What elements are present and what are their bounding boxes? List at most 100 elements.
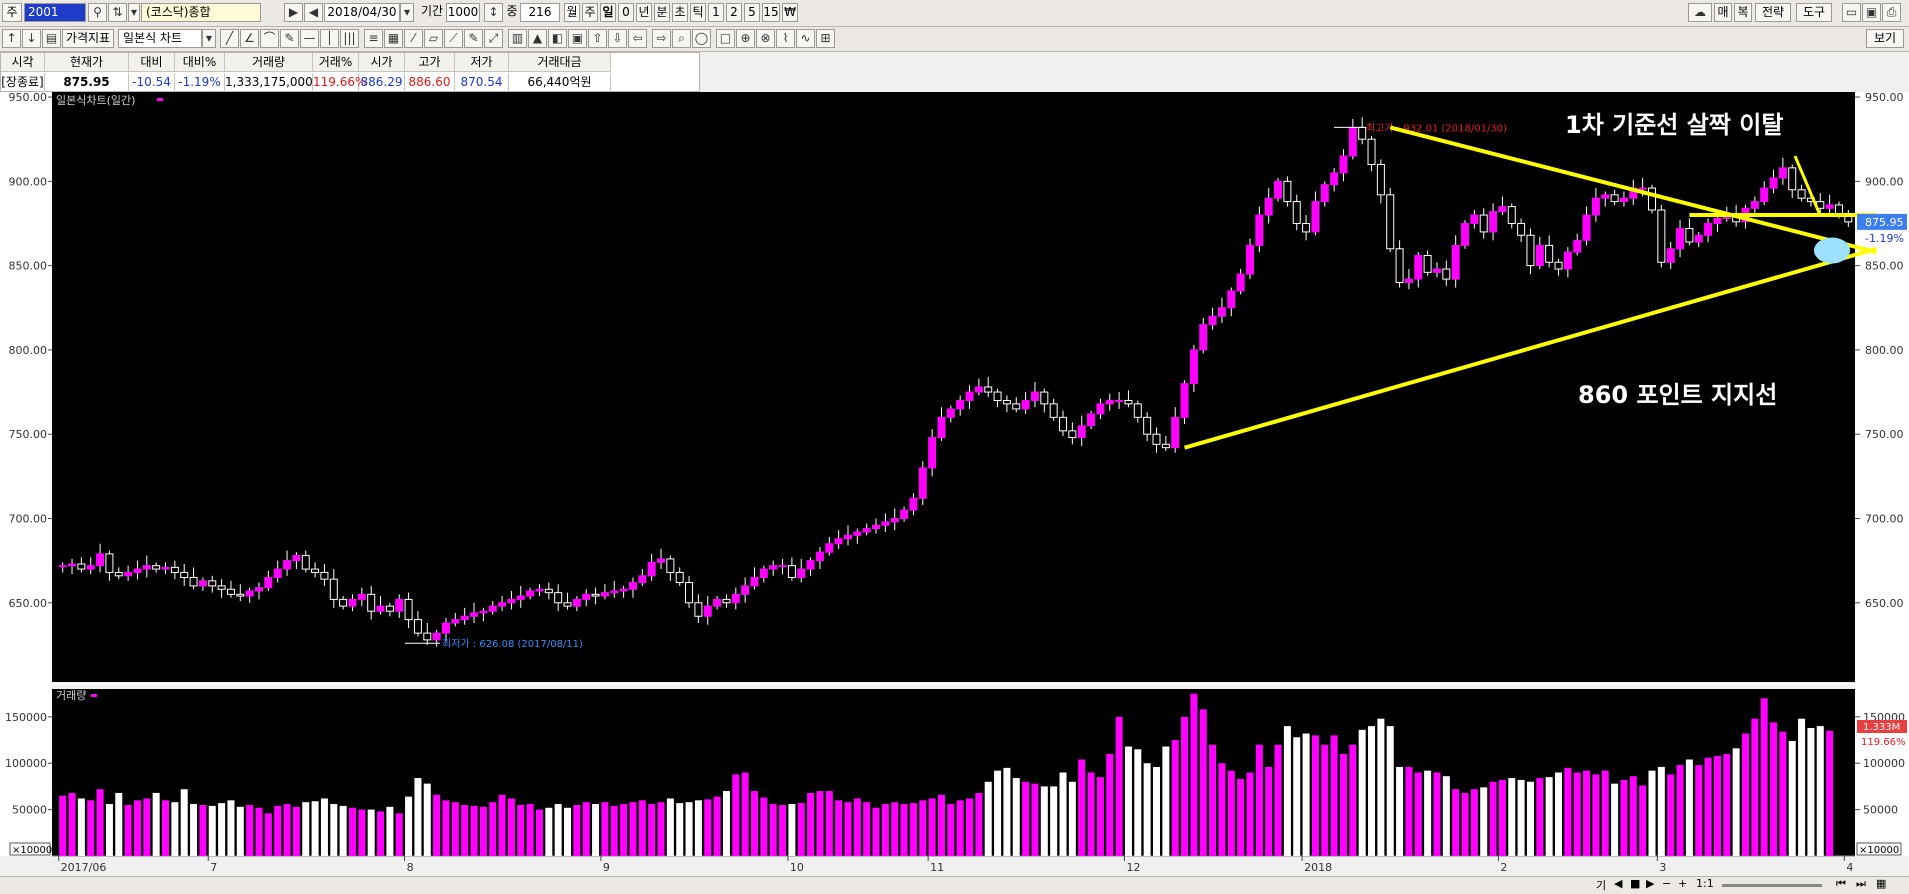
- draw-tool-3-icon[interactable]: ✎: [280, 29, 299, 48]
- candle[interactable]: [862, 528, 871, 533]
- draw-tool-12-icon[interactable]: ✎: [464, 29, 483, 48]
- volume-bar[interactable]: [937, 794, 945, 856]
- candle[interactable]: [170, 566, 179, 573]
- candle[interactable]: [1040, 391, 1049, 405]
- candle[interactable]: [1498, 206, 1507, 213]
- volume-bar[interactable]: [68, 792, 76, 856]
- volume-bar[interactable]: [133, 800, 141, 856]
- scroll-right-icon[interactable]: ▶: [1646, 877, 1654, 890]
- volume-bar[interactable]: [489, 802, 497, 856]
- candle[interactable]: [535, 588, 544, 592]
- volume-bar[interactable]: [264, 813, 272, 856]
- candle[interactable]: [273, 568, 282, 578]
- candle[interactable]: [628, 582, 637, 590]
- candle[interactable]: [395, 598, 404, 612]
- candle[interactable]: [610, 590, 619, 594]
- volume-bar[interactable]: [423, 783, 431, 856]
- volume-bar[interactable]: [1124, 746, 1132, 856]
- interval-btn-4[interactable]: 년: [636, 3, 652, 22]
- interval-btn-7[interactable]: 틱: [690, 3, 706, 22]
- volume-bar[interactable]: [152, 792, 160, 856]
- search-icon[interactable]: ⚲: [88, 3, 107, 22]
- volume-bar[interactable]: [900, 804, 908, 856]
- volume-bar[interactable]: [274, 805, 282, 856]
- draw-tool-1-icon[interactable]: ∠: [240, 29, 259, 48]
- status-btn-1[interactable]: 기: [1596, 877, 1606, 893]
- volume-bar[interactable]: [180, 789, 188, 856]
- volume-bar[interactable]: [1078, 759, 1086, 856]
- print-icon[interactable]: ⎙: [1882, 3, 1901, 22]
- candle[interactable]: [423, 632, 432, 641]
- candle[interactable]: [647, 561, 656, 577]
- volume-bar[interactable]: [1349, 744, 1357, 856]
- volume-bar[interactable]: [1143, 763, 1151, 856]
- draw-tool-9-icon[interactable]: ⁄: [404, 29, 423, 48]
- volume-bar[interactable]: [367, 809, 375, 856]
- interval-btn-10[interactable]: 5: [744, 3, 760, 22]
- candle[interactable]: [1021, 399, 1030, 410]
- candle[interactable]: [1517, 222, 1526, 236]
- candle[interactable]: [1750, 201, 1759, 209]
- volume-bar[interactable]: [1031, 783, 1039, 856]
- candle[interactable]: [600, 592, 609, 597]
- candle[interactable]: [1535, 244, 1544, 267]
- candle[interactable]: [1143, 416, 1152, 435]
- candle[interactable]: [909, 497, 918, 511]
- volume-bar[interactable]: [564, 807, 572, 856]
- volume-bar[interactable]: [1667, 774, 1675, 856]
- volume-bar[interactable]: [713, 796, 721, 856]
- volume-bar[interactable]: [760, 797, 768, 856]
- candle[interactable]: [1414, 255, 1423, 280]
- volume-bar[interactable]: [788, 804, 796, 856]
- candle[interactable]: [1302, 222, 1311, 233]
- volume-bar[interactable]: [769, 804, 777, 856]
- volume-bar[interactable]: [1255, 744, 1263, 856]
- candlestick-chart[interactable]: 일본식차트(일간) 650.00 650.00 700.00 700.00 750.00 7…: [0, 91, 1909, 876]
- volume-bar[interactable]: [1508, 778, 1516, 856]
- volume-bar[interactable]: [1442, 776, 1450, 856]
- volume-bar[interactable]: [292, 806, 300, 856]
- interval-btn-9[interactable]: 2: [726, 3, 742, 22]
- volume-bar[interactable]: [162, 800, 170, 856]
- volume-bar[interactable]: [1779, 731, 1787, 856]
- volume-bar[interactable]: [59, 795, 67, 856]
- volume-bar[interactable]: [311, 801, 319, 856]
- volume-bar[interactable]: [1246, 772, 1254, 857]
- interval-btn-11[interactable]: 15: [762, 3, 780, 22]
- candle[interactable]: [1217, 307, 1226, 317]
- volume-bar[interactable]: [433, 794, 441, 856]
- candle[interactable]: [1245, 244, 1254, 275]
- volume-bar[interactable]: [1695, 765, 1703, 856]
- candle[interactable]: [853, 531, 862, 536]
- volume-bar[interactable]: [573, 804, 581, 856]
- candle[interactable]: [301, 555, 310, 570]
- volume-bar[interactable]: [526, 804, 534, 856]
- volume-bar[interactable]: [1452, 789, 1460, 856]
- volume-bar[interactable]: [302, 802, 310, 856]
- volume-bar[interactable]: [1218, 763, 1226, 856]
- draw-tool-14-icon[interactable]: ▥: [508, 29, 527, 48]
- candle[interactable]: [1638, 187, 1647, 190]
- candle[interactable]: [582, 593, 591, 600]
- candle[interactable]: [1489, 211, 1498, 233]
- interval-btn-5[interactable]: 분: [654, 3, 670, 22]
- volume-bar[interactable]: [208, 805, 216, 856]
- volume-bar[interactable]: [1059, 772, 1067, 857]
- candle[interactable]: [937, 416, 946, 439]
- candle[interactable]: [236, 593, 245, 597]
- view-button[interactable]: 보기: [1866, 29, 1904, 48]
- volume-bar[interactable]: [648, 804, 656, 856]
- draw-tool-0-icon[interactable]: ╱: [220, 29, 239, 48]
- candle[interactable]: [1526, 234, 1535, 267]
- draw-tool-11-icon[interactable]: ⟋: [444, 29, 463, 48]
- volume-bar[interactable]: [87, 800, 95, 856]
- volume-bar[interactable]: [807, 792, 815, 856]
- scroll-stop-icon[interactable]: ■: [1630, 877, 1640, 890]
- candle[interactable]: [441, 622, 450, 634]
- candle[interactable]: [1797, 189, 1806, 199]
- volume-bar[interactable]: [124, 804, 132, 856]
- candle[interactable]: [1423, 255, 1432, 273]
- candle[interactable]: [1059, 416, 1068, 432]
- candle[interactable]: [413, 619, 422, 634]
- candle[interactable]: [1788, 167, 1797, 191]
